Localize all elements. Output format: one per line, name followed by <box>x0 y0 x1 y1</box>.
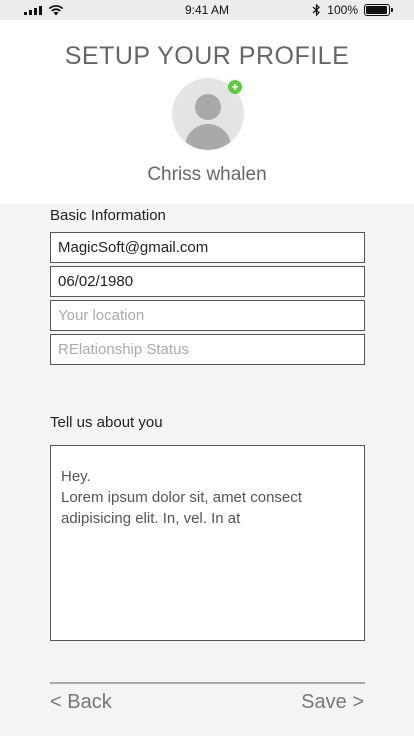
add-photo-icon[interactable]: + <box>228 80 242 94</box>
about-textarea[interactable]: Hey. Lorem ipsum dolor sit, amet consect… <box>50 445 365 641</box>
relationship-status-field[interactable] <box>50 334 365 365</box>
user-placeholder-body <box>185 124 231 150</box>
back-button[interactable]: < Back <box>50 691 112 714</box>
basic-info-label: Basic Information <box>50 207 166 224</box>
battery-icon <box>364 4 393 16</box>
page-title: SETUP YOUR PROFILE <box>64 42 350 70</box>
email-field[interactable] <box>50 232 365 263</box>
profile-name: Chriss whalen <box>147 164 267 185</box>
profile-header: SETUP YOUR PROFILE + Chriss whalen <box>0 20 414 204</box>
about-label: Tell us about you <box>50 414 163 431</box>
user-placeholder-icon <box>195 94 221 120</box>
dob-field[interactable] <box>50 266 365 297</box>
battery-fill <box>366 6 387 14</box>
save-button[interactable]: Save > <box>301 691 364 714</box>
location-field[interactable] <box>50 300 365 331</box>
bottom-divider <box>50 682 365 684</box>
status-right: 100% <box>312 3 393 17</box>
status-bar: 9:41 AM 100% <box>0 0 414 20</box>
setup-profile-screen: 9:41 AM 100% SETUP YOUR PROFILE + Chriss… <box>0 0 414 736</box>
battery-percent: 100% <box>327 3 358 17</box>
bluetooth-icon <box>312 4 321 16</box>
avatar-container[interactable]: + <box>172 78 244 150</box>
